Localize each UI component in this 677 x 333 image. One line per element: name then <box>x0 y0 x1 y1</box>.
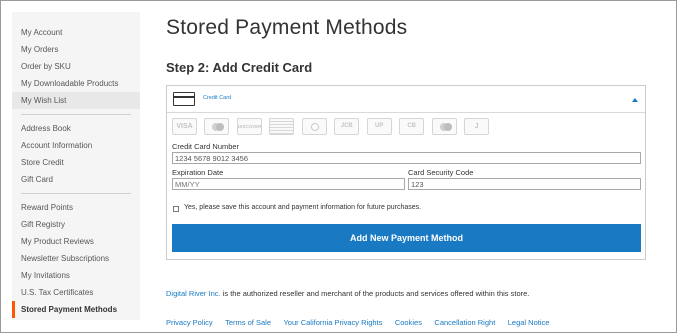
sidebar-item-my-invitations[interactable]: My Invitations <box>12 267 140 284</box>
privacy-policy-link[interactable]: Privacy Policy <box>166 318 213 327</box>
page-title: Stored Payment Methods <box>166 16 408 39</box>
sidebar-item-downloadable-products[interactable]: My Downloadable Products <box>12 75 140 92</box>
sidebar-item-gift-registry[interactable]: Gift Registry <box>12 216 140 233</box>
save-payment-checkbox[interactable] <box>173 206 179 212</box>
diners-club-icon <box>301 118 327 135</box>
expiration-date-label: Expiration Date <box>172 168 224 177</box>
maestro-icon <box>431 118 457 135</box>
security-code-input[interactable] <box>408 178 641 190</box>
sidebar-divider <box>21 193 131 194</box>
terms-of-sale-link[interactable]: Terms of Sale <box>225 318 271 327</box>
amex-icon <box>269 118 295 135</box>
reseller-notice: Digital River Inc. is the authorized res… <box>166 289 529 298</box>
sidebar-item-address-book[interactable]: Address Book <box>12 120 140 137</box>
credit-card-panel: Credit Card VISA DISCOVER JCB UP CB J Cr… <box>166 85 646 260</box>
legal-notice-link[interactable]: Legal Notice <box>508 318 550 327</box>
credit-card-panel-header[interactable]: Credit Card <box>167 86 645 113</box>
account-sidebar: My Account My Orders Order by SKU My Dow… <box>12 12 140 320</box>
footer-links: Privacy Policy Terms of Sale Your Califo… <box>166 312 557 330</box>
cancellation-right-link[interactable]: Cancellation Right <box>434 318 495 327</box>
security-code-label: Card Security Code <box>408 168 474 177</box>
sidebar-item-tax-certificates[interactable]: U.S. Tax Certificates <box>12 284 140 301</box>
card-logos: VISA DISCOVER JCB UP CB J <box>172 118 492 135</box>
unionpay-icon: UP <box>366 118 392 135</box>
sidebar-item-my-orders[interactable]: My Orders <box>12 41 140 58</box>
expiration-date-input[interactable] <box>172 178 405 190</box>
sidebar-item-newsletter-subscriptions[interactable]: Newsletter Subscriptions <box>12 250 140 267</box>
jcb-icon: JCB <box>334 118 360 135</box>
card-number-input[interactable] <box>172 152 641 164</box>
california-privacy-link[interactable]: Your California Privacy Rights <box>283 318 382 327</box>
digital-river-link[interactable]: Digital River Inc. <box>166 289 221 298</box>
sidebar-item-reward-points[interactable]: Reward Points <box>12 199 140 216</box>
jcb-alt-icon: J <box>464 118 490 135</box>
sidebar-item-product-reviews[interactable]: My Product Reviews <box>12 233 140 250</box>
sidebar-item-my-account[interactable]: My Account <box>12 24 140 41</box>
carte-bancaire-icon: CB <box>399 118 425 135</box>
add-payment-method-button[interactable]: Add New Payment Method <box>172 224 641 252</box>
credit-card-icon <box>173 92 195 106</box>
save-payment-label: Yes, please save this account and paymen… <box>184 204 422 211</box>
sidebar-item-stored-payment-methods[interactable]: Stored Payment Methods <box>12 301 140 318</box>
sidebar-item-wish-list[interactable]: My Wish List <box>12 92 140 109</box>
chevron-up-icon[interactable] <box>632 98 638 102</box>
sidebar-item-store-credit[interactable]: Store Credit <box>12 154 140 171</box>
card-number-label: Credit Card Number <box>172 142 240 151</box>
mastercard-icon <box>204 118 230 135</box>
visa-icon: VISA <box>172 118 197 135</box>
sidebar-item-gift-card[interactable]: Gift Card <box>12 171 140 188</box>
panel-header-label: Credit Card <box>203 95 232 101</box>
step-title: Step 2: Add Credit Card <box>166 60 313 75</box>
discover-icon: DISCOVER <box>236 118 262 135</box>
sidebar-item-order-by-sku[interactable]: Order by SKU <box>12 58 140 75</box>
cookies-link[interactable]: Cookies <box>395 318 422 327</box>
sidebar-item-account-information[interactable]: Account Information <box>12 137 140 154</box>
sidebar-divider <box>21 114 131 115</box>
reseller-notice-text: is the authorized reseller and merchant … <box>220 289 530 298</box>
